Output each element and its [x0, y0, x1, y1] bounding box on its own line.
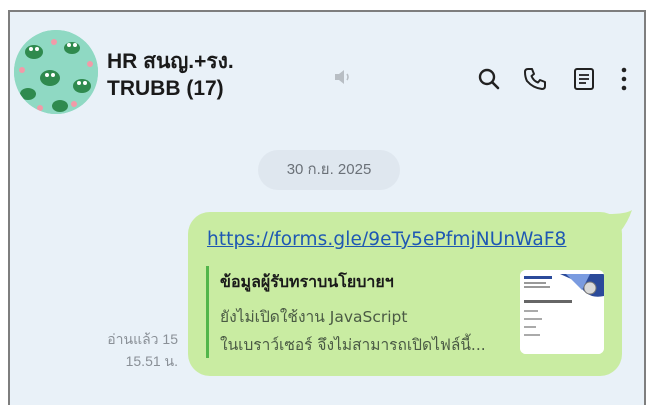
chat-title: HR สนญ.+รง. TRUBB (17)	[107, 48, 234, 102]
phone-icon[interactable]	[522, 66, 548, 92]
preview-description-line1: ยังไม่เปิดใช้งาน JavaScript	[220, 308, 408, 326]
message-time: 15.51 น.	[125, 353, 178, 369]
more-icon[interactable]	[616, 66, 632, 92]
mute-icon	[333, 68, 353, 90]
avatar[interactable]	[14, 30, 98, 114]
frog-pattern-image	[14, 30, 98, 114]
preview-thumbnail	[520, 270, 604, 354]
read-status: อ่านแล้ว 15	[107, 331, 178, 347]
preview-description-line2: ในเบราว์เซอร์ จึงไม่สามารถเปิดไฟล์นี้...	[220, 336, 486, 354]
date-separator: 30 ก.ย. 2025	[258, 150, 400, 190]
search-icon[interactable]	[476, 66, 502, 92]
read-receipt: อ่านแล้ว 15 15.51 น.	[66, 328, 178, 372]
preview-title: ข้อมูลผู้รับทราบนโยบายฯ	[220, 272, 394, 291]
message-link[interactable]: https://forms.gle/9eTy5ePfmjNUnWaF8	[207, 229, 566, 250]
link-preview-card[interactable]: ข้อมูลผู้รับทราบนโยบายฯ ยังไม่เปิดใช้งาน…	[206, 266, 612, 358]
chat-header: HR สนญ.+รง. TRUBB (17)	[0, 0, 656, 130]
notes-icon[interactable]	[571, 66, 597, 92]
chat-title-line1: HR สนญ.+รง.	[107, 50, 234, 73]
preview-accent-bar	[206, 266, 209, 358]
bubble-tail	[608, 210, 632, 232]
chat-title-line2: TRUBB (17)	[107, 77, 224, 100]
